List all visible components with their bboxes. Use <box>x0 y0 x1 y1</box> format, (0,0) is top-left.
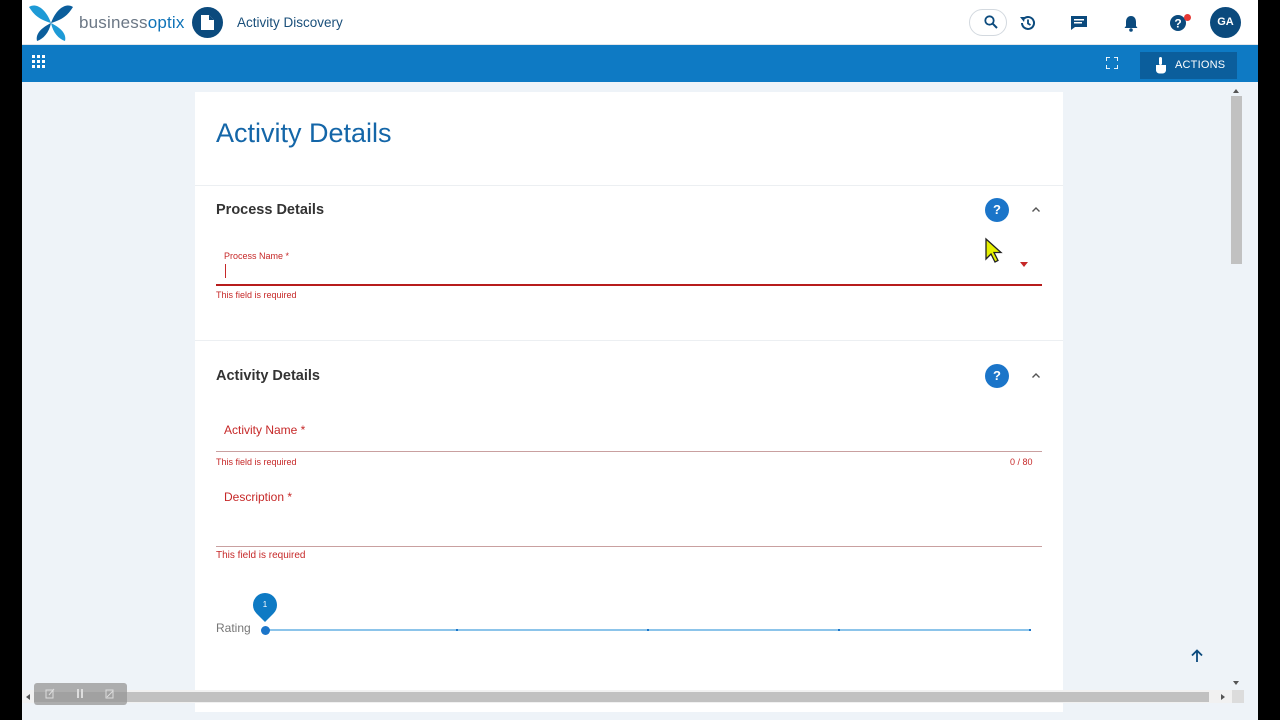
hand-pointer-icon <box>1156 57 1166 74</box>
user-avatar[interactable]: GA <box>1210 7 1241 38</box>
process-name-error: This field is required <box>216 290 297 300</box>
scroll-down-arrow-icon[interactable] <box>1233 681 1239 685</box>
activity-help-button[interactable]: ? <box>985 364 1009 388</box>
svg-text:?: ? <box>1174 17 1181 31</box>
scroll-left-arrow-icon[interactable] <box>26 694 30 700</box>
scroll-to-top-icon[interactable] <box>1188 647 1206 665</box>
search-button[interactable] <box>969 9 1007 36</box>
activity-details-title: Activity Details <box>216 368 320 384</box>
process-details-title: Process Details <box>216 202 325 218</box>
help-notification-dot <box>1184 14 1191 21</box>
document-icon <box>201 15 214 30</box>
main-toolbar: ACTIONS <box>22 45 1258 82</box>
description-textarea[interactable] <box>216 484 1042 546</box>
pause-icon[interactable] <box>75 688 85 699</box>
top-header: businessoptix Activity Discovery ? GA <box>22 0 1258 45</box>
activity-name-error: This field is required <box>216 457 297 467</box>
document-badge[interactable] <box>192 7 223 38</box>
chevron-up-icon[interactable] <box>1031 206 1041 213</box>
rating-slider-tick <box>838 629 840 631</box>
recording-player-bar <box>34 683 127 705</box>
apps-grid-icon[interactable] <box>32 55 45 68</box>
rating-slider-tick <box>456 629 458 631</box>
scrollbar-corner <box>1232 690 1244 703</box>
rating-slider-thumb[interactable] <box>261 626 270 635</box>
mouse-cursor-icon <box>985 237 1003 263</box>
fullscreen-icon[interactable] <box>1106 57 1118 69</box>
chevron-up-icon[interactable] <box>1031 372 1041 379</box>
activity-details-card: Activity Details Process Details ? Proce… <box>195 92 1063 712</box>
activity-name-input[interactable] <box>216 414 1042 452</box>
process-name-underline <box>216 284 1042 286</box>
description-error: This field is required <box>216 550 306 561</box>
process-help-button[interactable]: ? <box>985 198 1009 222</box>
divider <box>195 340 1063 341</box>
description-underline <box>216 546 1042 547</box>
rating-slider-tick <box>647 629 649 631</box>
rating-value: 1 <box>262 600 268 609</box>
horizontal-scrollbar-thumb[interactable] <box>34 692 1209 702</box>
scroll-up-arrow-icon[interactable] <box>1233 89 1239 93</box>
page-title: Activity Details <box>216 118 392 148</box>
app-window: businessoptix Activity Discovery ? GA AC… <box>22 0 1258 720</box>
search-icon <box>984 15 998 29</box>
scroll-right-arrow-icon[interactable] <box>1221 694 1225 700</box>
rating-label: Rating <box>216 621 251 635</box>
edit-icon[interactable] <box>45 688 55 699</box>
stop-icon[interactable] <box>105 688 115 699</box>
history-icon[interactable] <box>1018 13 1038 33</box>
divider <box>195 185 1063 186</box>
actions-label: ACTIONS <box>1175 59 1226 71</box>
actions-button[interactable]: ACTIONS <box>1140 52 1237 79</box>
bell-icon[interactable] <box>1121 13 1141 33</box>
brand-name: businessoptix <box>79 13 185 32</box>
activity-name-counter: 0 / 80 <box>1010 457 1033 467</box>
activity-name-underline <box>216 451 1042 452</box>
rating-slider-tick <box>1029 629 1031 631</box>
process-name-input[interactable] <box>216 246 1042 284</box>
app-title: Activity Discovery <box>237 15 343 30</box>
vertical-scrollbar-thumb[interactable] <box>1231 96 1242 264</box>
butterfly-logo-icon[interactable] <box>27 3 75 43</box>
chat-icon[interactable] <box>1069 13 1089 33</box>
